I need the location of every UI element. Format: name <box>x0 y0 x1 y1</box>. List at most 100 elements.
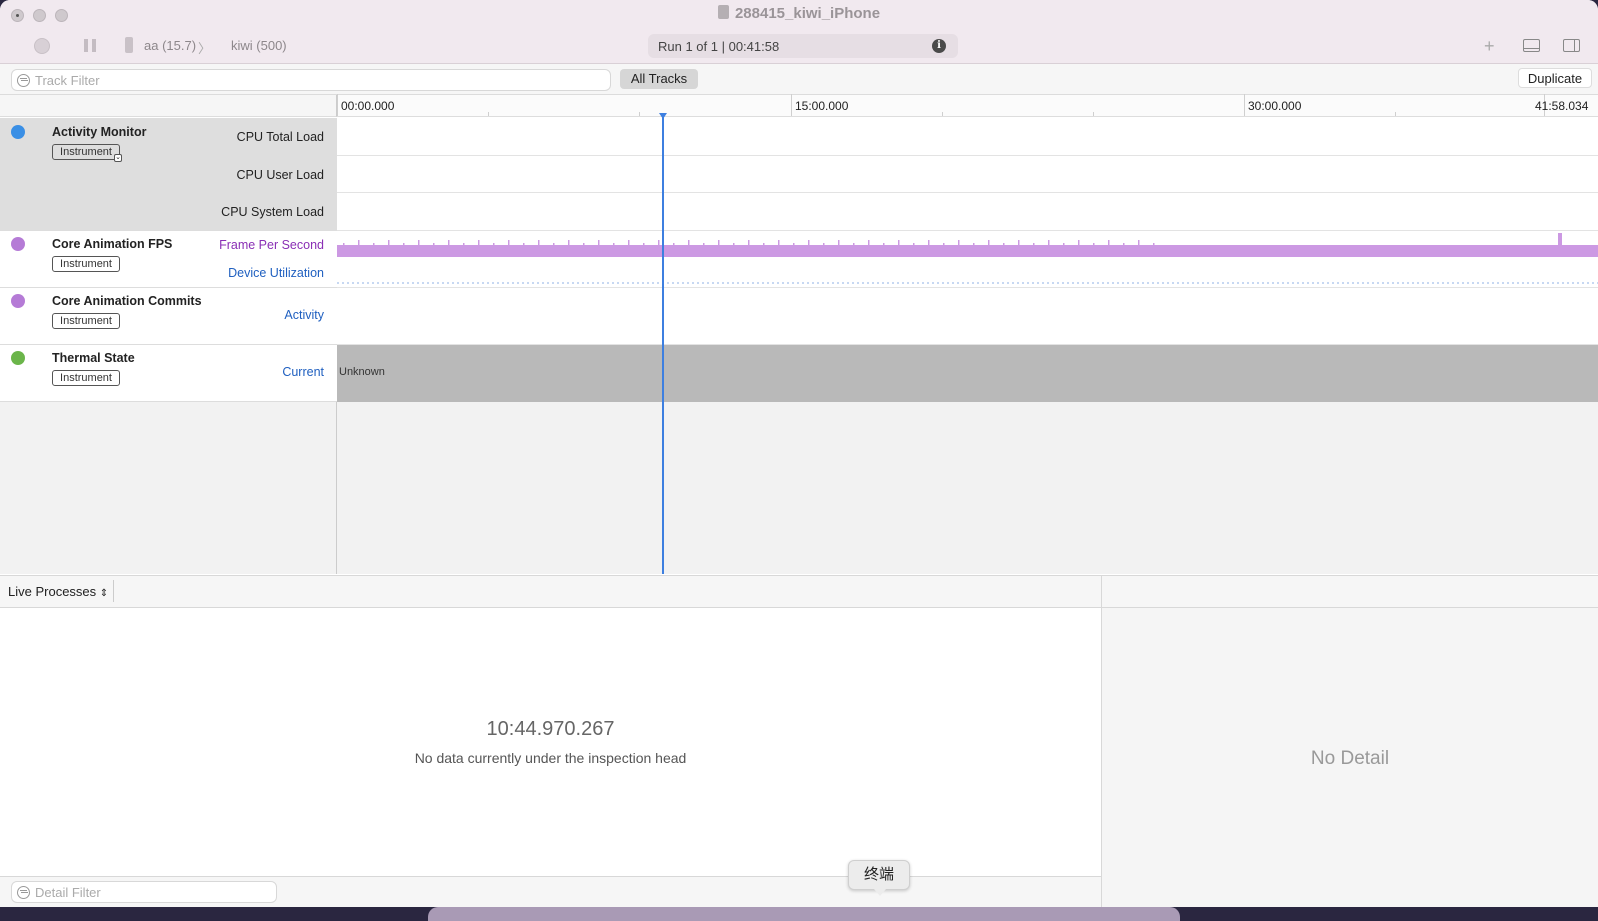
time-ruler[interactable]: 00:00.000 15:00.000 30:00.000 41:58.034 <box>337 94 1598 117</box>
ruler-label: 15:00.000 <box>795 99 849 113</box>
track-lanes[interactable]: Unknown <box>337 118 1598 574</box>
lane-cpu-system-load[interactable] <box>337 193 1598 231</box>
fps-spike <box>823 243 825 245</box>
run-status: Run 1 of 1 | 00:41:58 <box>658 39 780 54</box>
lane-label: Device Utilization <box>228 266 324 280</box>
fps-spike <box>1153 243 1155 245</box>
instrument-badge[interactable]: Instrument <box>52 370 120 386</box>
fps-spike <box>793 243 795 245</box>
track-filter-input[interactable]: Track Filter <box>11 69 611 91</box>
detail-pane: 10:44.970.267 No data currently under th… <box>0 608 1102 876</box>
ruler-minor-tick <box>942 112 943 116</box>
ruler-minor-tick <box>1395 112 1396 116</box>
add-icon[interactable]: + <box>1484 37 1495 55</box>
fps-spike <box>868 240 870 245</box>
core-animation-icon <box>11 237 25 251</box>
inspection-head-handle[interactable] <box>659 113 667 119</box>
fps-graph <box>337 233 1598 284</box>
ruler-label: 30:00.000 <box>1248 99 1302 113</box>
activity-monitor-icon <box>11 125 25 139</box>
fps-spike <box>778 240 780 245</box>
fps-spike <box>568 240 570 245</box>
all-tracks-button[interactable]: All Tracks <box>620 69 698 89</box>
lane-label: CPU Total Load <box>236 130 324 144</box>
instrument-badge[interactable]: Instrument <box>52 256 120 272</box>
track-name: Thermal State <box>52 351 135 365</box>
record-button[interactable] <box>34 38 50 54</box>
lane-thermal-state[interactable]: Unknown <box>337 345 1598 402</box>
pause-button[interactable] <box>84 39 96 52</box>
chevron-down-icon[interactable]: ⌄ <box>114 154 122 162</box>
duplicate-button[interactable]: Duplicate <box>1518 68 1592 88</box>
fps-spike <box>388 240 390 245</box>
ruler-minor-tick <box>639 112 640 116</box>
chevron-right-icon: 〉 <box>198 41 212 56</box>
ruler-major-tick <box>1244 94 1245 116</box>
track-core-animation-fps[interactable]: Core Animation FPS Instrument Frame Per … <box>0 231 337 288</box>
fps-spike <box>688 240 690 245</box>
live-processes-selector[interactable]: Live Processes ⇕ <box>8 584 108 599</box>
lane-cpu-total-load[interactable] <box>337 118 1598 156</box>
instrument-badge[interactable]: Instrument <box>52 144 120 160</box>
toggle-right-panel-icon[interactable] <box>1563 39 1580 52</box>
track-thermal-state[interactable]: Thermal State Instrument Current <box>0 345 337 402</box>
thermal-value: Unknown <box>339 366 385 378</box>
chevron-updown-icon: ⇕ <box>99 588 109 599</box>
inspection-head[interactable] <box>662 113 664 574</box>
fps-spike <box>748 240 750 245</box>
fps-spike <box>973 243 975 245</box>
fps-spike <box>883 243 885 245</box>
ruler-spacer <box>0 95 337 117</box>
inspector-pane: No Detail <box>1102 608 1598 907</box>
fps-spike <box>463 243 465 245</box>
fps-spike <box>703 243 705 245</box>
inspection-timestamp: 10:44.970.267 <box>486 718 615 740</box>
lane-label: CPU System Load <box>221 205 324 219</box>
info-icon[interactable]: i <box>932 39 946 53</box>
fps-spike <box>343 243 345 245</box>
detail-filter-bar: Detail Filter <box>0 876 1102 907</box>
fps-spike <box>943 243 945 245</box>
dock[interactable] <box>428 907 1180 921</box>
fps-spikes <box>343 240 1155 245</box>
fps-spike <box>358 240 360 245</box>
fps-spike <box>763 243 765 245</box>
filter-icon <box>17 74 30 87</box>
fps-spike <box>673 243 675 245</box>
window-title-text: 288415_kiwi_iPhone <box>734 5 881 22</box>
ruler-minor-tick <box>1093 112 1094 116</box>
fps-spike <box>403 243 405 245</box>
fps-spike <box>493 243 495 245</box>
track-activity-monitor[interactable]: Activity Monitor Instrument ⌄ CPU Total … <box>0 118 337 231</box>
fps-spike <box>1063 243 1065 245</box>
fps-spike <box>718 240 720 245</box>
track-name: Core Animation Commits <box>52 294 202 308</box>
fps-spike <box>1123 243 1125 245</box>
toggle-bottom-panel-icon[interactable] <box>1523 39 1540 52</box>
lane-core-animation-fps[interactable] <box>337 231 1598 288</box>
device-crumb[interactable]: aa (15.7) <box>144 38 196 53</box>
process-crumb[interactable]: kiwi (500) <box>231 38 287 53</box>
fps-spike <box>538 240 540 245</box>
filter-bar: Track Filter All Tracks Duplicate <box>0 64 1598 95</box>
track-name: Activity Monitor <box>52 125 147 139</box>
track-core-animation-commits[interactable]: Core Animation Commits Instrument Activi… <box>0 288 337 345</box>
run-status-box[interactable]: Run 1 of 1 | 00:41:58 i <box>648 34 958 58</box>
ruler-label: 00:00.000 <box>341 99 395 113</box>
iphone-icon <box>125 37 133 53</box>
lane-label: CPU User Load <box>236 168 324 182</box>
fps-spike <box>448 240 450 245</box>
lane-cpu-user-load[interactable] <box>337 156 1598 193</box>
track-headers: Activity Monitor Instrument ⌄ CPU Total … <box>0 118 337 574</box>
fps-spike <box>1108 240 1110 245</box>
fps-spike <box>1033 243 1035 245</box>
core-animation-icon <box>11 294 25 308</box>
fps-spike <box>1078 240 1080 245</box>
lane-core-animation-commits[interactable] <box>337 288 1598 345</box>
fps-spike <box>373 243 375 245</box>
fps-spike <box>418 240 420 245</box>
fps-spike <box>1093 243 1095 245</box>
instrument-badge[interactable]: Instrument <box>52 313 120 329</box>
detail-filter-input[interactable]: Detail Filter <box>11 881 277 903</box>
ruler-major-tick <box>337 94 338 116</box>
